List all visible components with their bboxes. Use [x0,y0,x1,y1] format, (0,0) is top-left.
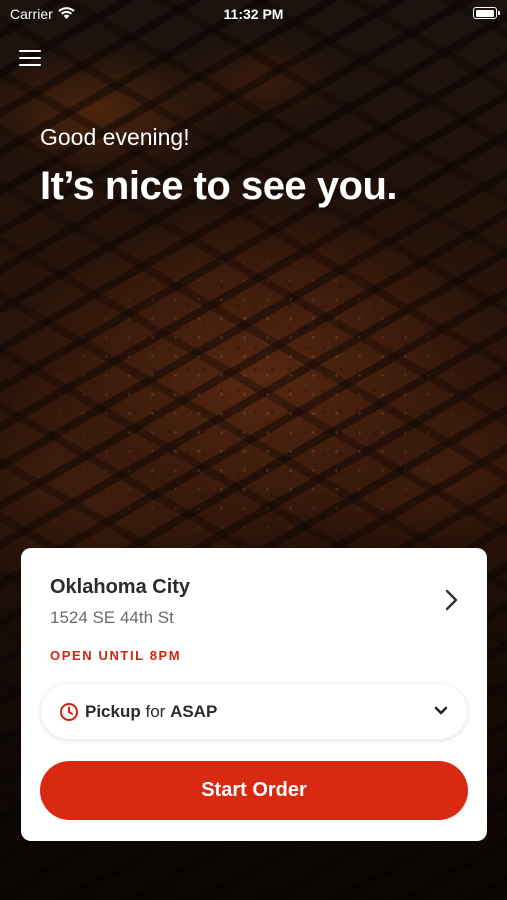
pickup-connector: for [145,701,166,721]
pickup-summary: Pickup for ASAP [85,702,217,722]
location-city: Oklahoma City [50,576,191,598]
location-address: 1524 SE 44th St [50,608,174,627]
start-order-button[interactable]: Start Order [40,761,468,820]
hamburger-menu-icon[interactable] [19,48,41,68]
battery-icon [473,7,500,19]
pickup-time-selector[interactable]: Pickup for ASAP [41,684,467,739]
menu-bar-middle [19,57,41,59]
menu-bar-bottom [19,64,41,66]
chevron-down-icon [434,706,448,715]
menu-bar-top [19,50,41,52]
status-bar: Carrier 11:32 PM [0,0,507,28]
pickup-time: ASAP [170,701,218,721]
open-status-label: OPEN UNTIL 8PM [50,648,182,663]
welcome-headline: It’s nice to see you. [40,164,398,208]
home-screen: Carrier 11:32 PM Good evening! It’s nice… [0,0,507,900]
greeting-text: Good evening! [40,124,190,150]
pickup-mode: Pickup [85,701,141,721]
chevron-right-icon [445,589,458,611]
location-selector[interactable]: Oklahoma City 1524 SE 44th St [21,548,487,658]
clock-icon [60,702,78,721]
status-time: 11:32 PM [223,6,284,22]
location-card: Oklahoma City 1524 SE 44th St OPEN UNTIL… [21,548,487,841]
battery-level-fill [475,9,494,17]
